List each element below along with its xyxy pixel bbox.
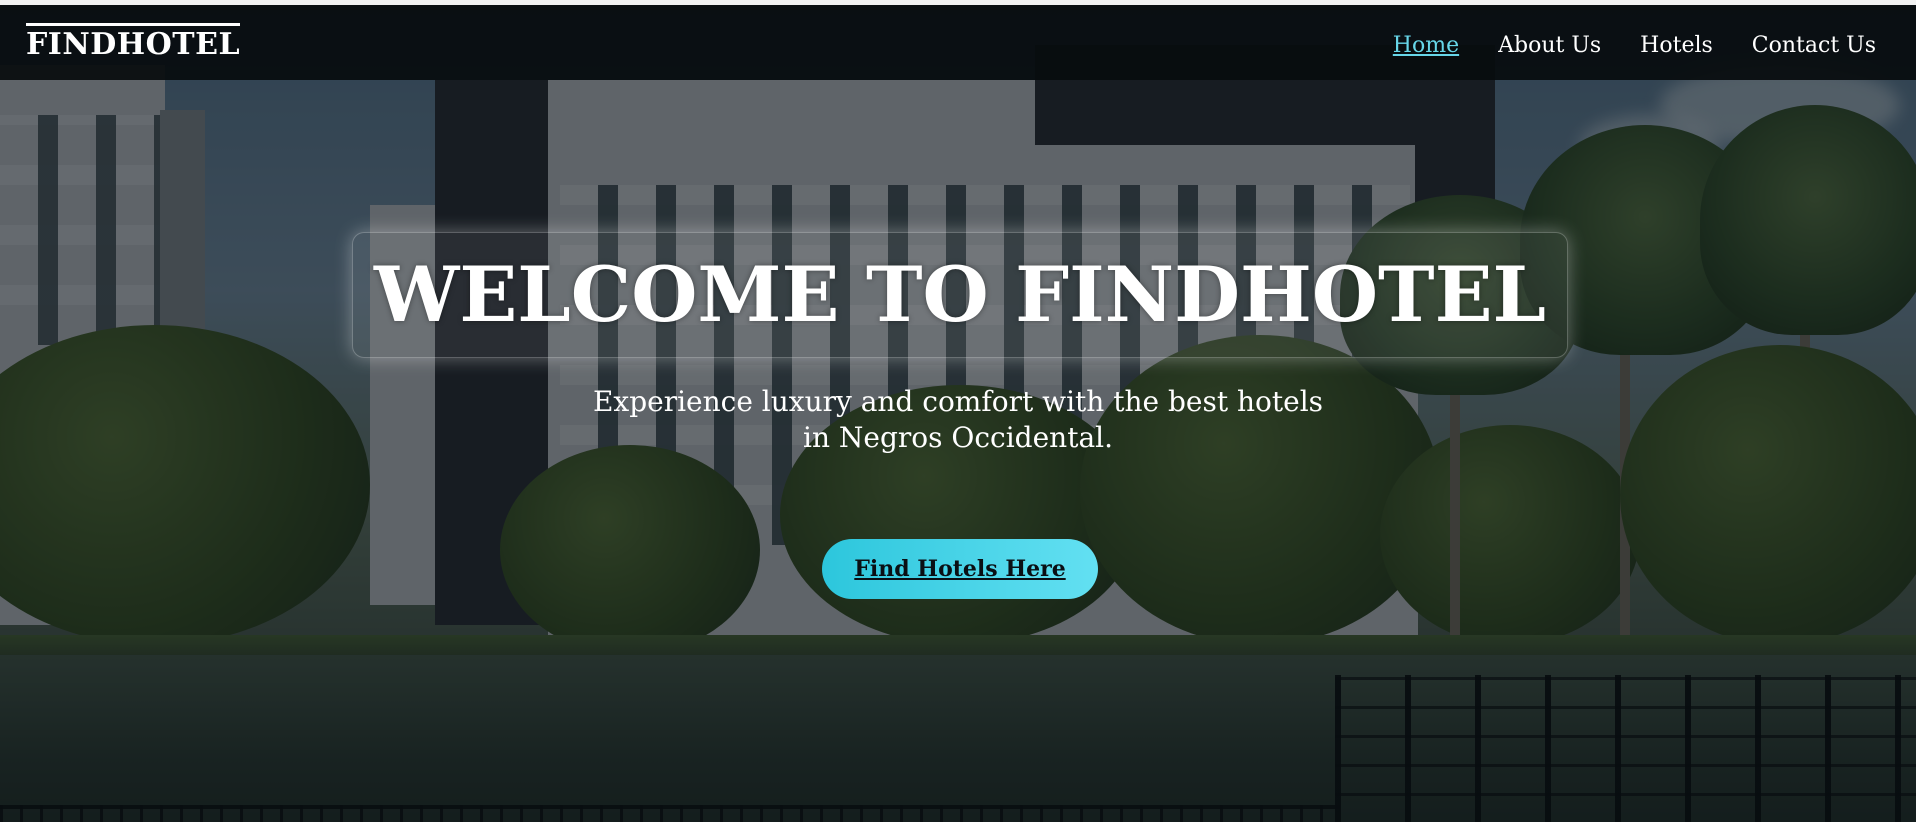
hero-title: WELCOME TO FINDHOTEL (374, 250, 1546, 339)
nav-link-contact-us[interactable]: Contact Us (1752, 31, 1876, 61)
logo[interactable]: FINDHOTEL (26, 23, 241, 62)
nav-link-home[interactable]: Home (1393, 31, 1459, 61)
nav-links: Home About Us Hotels Contact Us (1393, 31, 1876, 61)
navbar: FINDHOTEL Home About Us Hotels Contact U… (0, 5, 1916, 80)
nav-link-about-us[interactable]: About Us (1498, 31, 1601, 61)
page: FINDHOTEL Home About Us Hotels Contact U… (0, 0, 1916, 822)
hero-subtitle-line-2: in Negros Occidental. (803, 421, 1113, 454)
hero-subtitle: Experience luxury and comfort with the b… (588, 384, 1328, 456)
nav-link-hotels[interactable]: Hotels (1640, 31, 1713, 61)
hero-subtitle-line-1: Experience luxury and comfort with the b… (592, 385, 1324, 418)
hero-title-box: WELCOME TO FINDHOTEL (352, 232, 1568, 358)
find-hotels-button[interactable]: Find Hotels Here (822, 539, 1098, 599)
